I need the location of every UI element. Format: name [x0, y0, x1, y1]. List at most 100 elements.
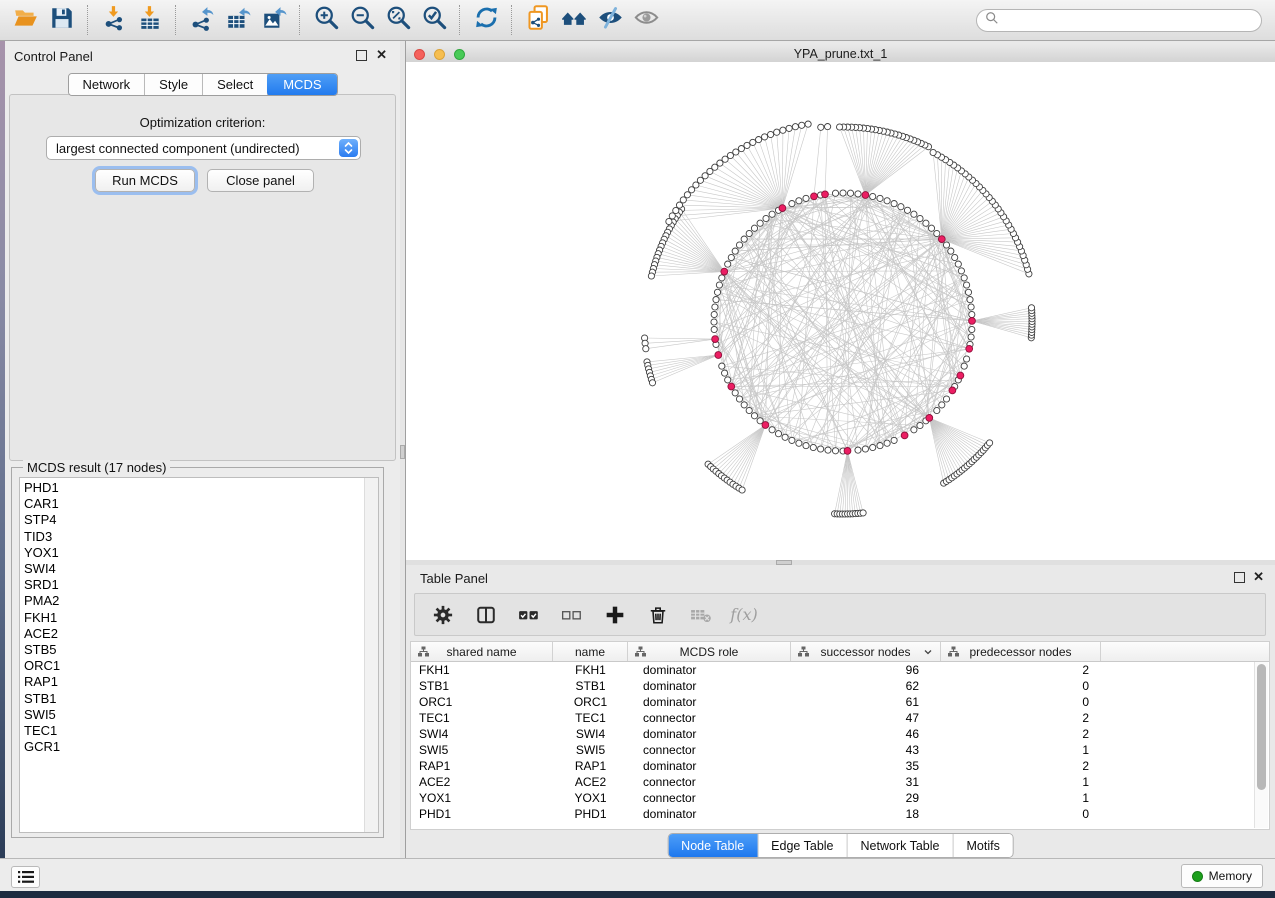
gear-icon[interactable] [430, 602, 456, 628]
mcds-result-item[interactable]: FKH1 [24, 610, 60, 626]
table-row[interactable]: YOX1YOX1connector291 [411, 790, 1269, 806]
memory-status-icon [1192, 871, 1203, 882]
splitter-grip[interactable] [400, 445, 405, 459]
cell: connector [628, 711, 791, 725]
deselect-all-icon[interactable] [559, 602, 585, 628]
mcds-result-title: MCDS result (17 nodes) [23, 460, 170, 475]
tab-node-table[interactable]: Node Table [668, 834, 758, 857]
table-scrollbar[interactable] [1254, 662, 1268, 828]
mcds-result-item[interactable]: SRD1 [24, 577, 60, 593]
select-all-icon[interactable] [516, 602, 542, 628]
tab-edge-table[interactable]: Edge Table [758, 834, 847, 857]
delete-column-icon[interactable] [645, 602, 671, 628]
close-panel-icon[interactable]: ✕ [376, 48, 387, 61]
network-canvas[interactable] [406, 62, 1275, 560]
table-row[interactable]: PHD1PHD1dominator180 [411, 806, 1269, 822]
memory-label: Memory [1209, 869, 1252, 883]
zoom-in-icon [313, 4, 340, 36]
tab-network[interactable]: Network [68, 74, 145, 95]
status-bar: Memory [0, 858, 1275, 891]
memory-button[interactable]: Memory [1181, 864, 1263, 888]
mcds-result-item[interactable]: ACE2 [24, 626, 60, 642]
table-row[interactable]: ACE2ACE2connector311 [411, 774, 1269, 790]
dropdown-stepper-icon [339, 139, 358, 157]
hide-eye-button[interactable] [592, 4, 628, 36]
column-header-predecessor-nodes[interactable]: predecessor nodes [941, 642, 1101, 661]
mcds-result-item[interactable]: SWI4 [24, 561, 60, 577]
tab-network-table[interactable]: Network Table [848, 834, 954, 857]
table-row[interactable]: STB1STB1dominator620 [411, 678, 1269, 694]
optimization-criterion-dropdown[interactable]: largest connected component (undirected) [46, 136, 361, 160]
task-history-button[interactable] [11, 866, 40, 888]
open-button[interactable] [8, 4, 44, 36]
network-graph[interactable] [406, 62, 1275, 560]
cell: 2 [941, 711, 1101, 725]
zoom-out-button[interactable] [344, 4, 380, 36]
table-row[interactable]: FKH1FKH1dominator962 [411, 662, 1269, 678]
mcds-result-item[interactable]: ORC1 [24, 658, 60, 674]
table-panel: Table Panel ✕ f(x) shared namenameMCDS r… [406, 565, 1275, 858]
table-row[interactable]: RAP1RAP1dominator352 [411, 758, 1269, 774]
search-box[interactable] [976, 9, 1262, 32]
table-row[interactable]: SWI4SWI4dominator462 [411, 726, 1269, 742]
mcds-result-item[interactable]: SWI5 [24, 707, 60, 723]
mcds-result-item[interactable]: YOX1 [24, 545, 60, 561]
add-column-icon[interactable] [602, 602, 628, 628]
export-network-button[interactable] [184, 4, 220, 36]
cell: STB1 [553, 679, 628, 693]
export-table-button[interactable] [220, 4, 256, 36]
table-row[interactable]: TEC1TEC1connector472 [411, 710, 1269, 726]
mcds-result-item[interactable]: RAP1 [24, 674, 60, 690]
zoom-fit-button[interactable] [380, 4, 416, 36]
import-table-button[interactable] [132, 4, 168, 36]
column-header-name[interactable]: name [553, 642, 628, 661]
network-window-titlebar[interactable]: YPA_prune.txt_1 [406, 44, 1275, 64]
mcds-result-item[interactable]: TEC1 [24, 723, 60, 739]
duplicate-network-button[interactable] [520, 4, 556, 36]
cell: STB1 [411, 679, 553, 693]
run-mcds-button[interactable]: Run MCDS [95, 169, 195, 192]
import-network-button[interactable] [96, 4, 132, 36]
cell: dominator [628, 679, 791, 693]
mcds-result-item[interactable]: STP4 [24, 512, 60, 528]
float-panel-icon[interactable] [1234, 572, 1245, 583]
cell: dominator [628, 695, 791, 709]
tab-motifs[interactable]: Motifs [953, 834, 1012, 857]
refresh-button[interactable] [468, 4, 504, 36]
tab-style[interactable]: Style [145, 74, 203, 95]
mcds-result-item[interactable]: STB5 [24, 642, 60, 658]
column-header-MCDS-role[interactable]: MCDS role [628, 642, 791, 661]
show-eye-button[interactable] [628, 4, 664, 36]
table-row[interactable]: SWI5SWI5connector431 [411, 742, 1269, 758]
close-panel-icon[interactable]: ✕ [1253, 570, 1264, 583]
cell: 1 [941, 791, 1101, 805]
tab-select[interactable]: Select [203, 74, 268, 95]
table-scrollbar-thumb[interactable] [1257, 664, 1266, 790]
control-panel: Control Panel ✕ NetworkStyleSelectMCDS O… [5, 41, 400, 858]
save-button[interactable] [44, 4, 80, 36]
zoom-in-button[interactable] [308, 4, 344, 36]
tab-mcds[interactable]: MCDS [267, 73, 337, 96]
float-panel-icon[interactable] [356, 50, 367, 61]
delete-table-icon [688, 602, 714, 628]
mcds-result-item[interactable]: GCR1 [24, 739, 60, 755]
columns-icon[interactable] [473, 602, 499, 628]
export-image-button[interactable] [256, 4, 292, 36]
first-neighbors-button[interactable] [556, 4, 592, 36]
zoom-selected-button[interactable] [416, 4, 452, 36]
mcds-list-scrollbar[interactable] [364, 478, 378, 832]
close-panel-button[interactable]: Close panel [207, 169, 314, 192]
mcds-result-item[interactable]: CAR1 [24, 496, 60, 512]
mcds-result-item[interactable]: TID3 [24, 529, 60, 545]
table-row[interactable]: ORC1ORC1dominator610 [411, 694, 1269, 710]
mcds-result-item[interactable]: STB1 [24, 691, 60, 707]
cell: ACE2 [411, 775, 553, 789]
column-header-successor-nodes[interactable]: successor nodes [791, 642, 941, 661]
column-header-shared-name[interactable]: shared name [411, 642, 553, 661]
search-input[interactable] [999, 13, 1253, 29]
cell: RAP1 [553, 759, 628, 773]
mcds-result-list[interactable]: PHD1CAR1STP4TID3YOX1SWI4SRD1PMA2FKH1ACE2… [19, 477, 379, 833]
mcds-result-item[interactable]: PHD1 [24, 480, 60, 496]
mcds-result-item[interactable]: PMA2 [24, 593, 60, 609]
table-header-row: shared namenameMCDS rolesuccessor nodesp… [411, 642, 1269, 662]
